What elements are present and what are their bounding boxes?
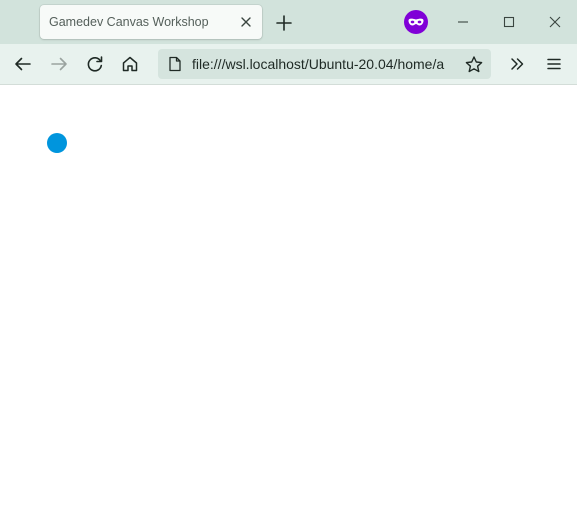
forward-arrow-icon[interactable] bbox=[45, 50, 73, 78]
page-content bbox=[0, 85, 577, 512]
tab-strip: Gamedev Canvas Workshop bbox=[0, 0, 577, 44]
hamburger-menu-icon[interactable] bbox=[540, 50, 568, 78]
tab-title: Gamedev Canvas Workshop bbox=[49, 15, 209, 29]
ball bbox=[47, 133, 67, 153]
home-icon[interactable] bbox=[116, 50, 144, 78]
bookmark-star-icon[interactable] bbox=[462, 53, 486, 77]
navigation-toolbar: file:///wsl.localhost/Ubuntu-20.04/home/… bbox=[0, 44, 577, 85]
browser-window: Gamedev Canvas Workshop file:///wsl.loca… bbox=[0, 0, 577, 512]
back-arrow-icon[interactable] bbox=[9, 50, 37, 78]
reload-icon[interactable] bbox=[81, 50, 109, 78]
maximize-icon[interactable] bbox=[495, 8, 523, 36]
chevrons-right-icon[interactable] bbox=[503, 50, 531, 78]
tab-gamedev-canvas-workshop[interactable]: Gamedev Canvas Workshop bbox=[40, 5, 262, 39]
url-text[interactable]: file:///wsl.localhost/Ubuntu-20.04/home/… bbox=[192, 56, 458, 72]
url-bar[interactable]: file:///wsl.localhost/Ubuntu-20.04/home/… bbox=[158, 49, 491, 79]
new-tab-plus-icon[interactable] bbox=[272, 11, 296, 35]
tab-close-icon[interactable] bbox=[236, 12, 256, 32]
minimize-icon[interactable] bbox=[449, 8, 477, 36]
private-mask-icon bbox=[404, 10, 428, 34]
page-icon bbox=[166, 55, 184, 73]
game-canvas[interactable] bbox=[0, 85, 577, 512]
window-close-icon[interactable] bbox=[541, 8, 569, 36]
